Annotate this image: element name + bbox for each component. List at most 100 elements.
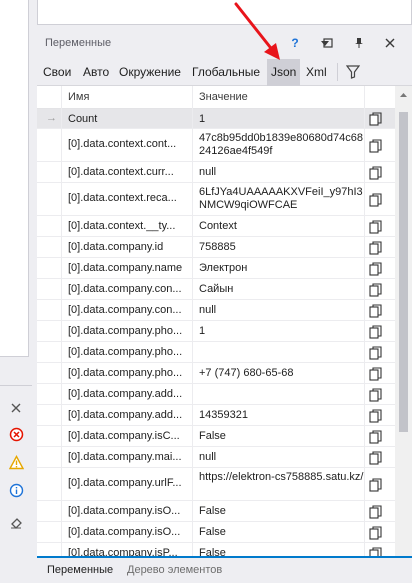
copy-icon[interactable] [369, 112, 383, 126]
variable-name: [0].data.company.con... [68, 304, 182, 316]
table-row[interactable]: [0].data.company.isO... False [37, 522, 395, 543]
tabs-separator [337, 63, 338, 81]
warning-icon[interactable] [8, 454, 24, 470]
table-row[interactable]: [0].data.company.pho... +7 (747) 680-65-6… [37, 363, 395, 384]
copy-icon[interactable] [369, 477, 383, 492]
variable-value[interactable]: https://elektron-cs758885.satu.kz/ [199, 471, 364, 484]
variable-name: [0].data.company.pho... [68, 346, 183, 358]
annotation-arrow-icon [234, 2, 280, 60]
tab-element-tree[interactable]: Дерево элементов [127, 564, 222, 576]
table-row[interactable]: [0].data.context.cont... 47c8b95dd0b1839e… [37, 129, 395, 162]
table-row[interactable]: → Count 1 [37, 109, 395, 129]
log-toolbar [0, 385, 32, 583]
maximize-icon[interactable] [320, 35, 336, 51]
column-header-value[interactable]: Значение [199, 86, 248, 109]
copy-icon[interactable] [369, 525, 383, 540]
table-row[interactable]: [0].data.company.con... Сайын [37, 279, 395, 300]
copy-icon[interactable] [369, 345, 383, 360]
variable-value[interactable]: 1 [199, 113, 364, 126]
copy-icon[interactable] [369, 192, 383, 207]
pin-icon[interactable] [351, 35, 367, 51]
close-log-icon[interactable] [8, 400, 24, 416]
copy-icon[interactable] [369, 282, 383, 297]
variable-value[interactable]: null [199, 166, 364, 179]
table-row[interactable]: [0].data.company.add... [37, 384, 395, 405]
variable-name: [0].data.context.curr... [68, 166, 174, 178]
copy-icon[interactable] [369, 138, 383, 153]
copy-icon[interactable] [369, 261, 383, 276]
close-icon[interactable] [382, 35, 398, 51]
table-row[interactable]: [0].data.company.mai... null [37, 447, 395, 468]
variable-value[interactable]: null [199, 451, 364, 464]
vertical-scrollbar[interactable] [395, 86, 412, 583]
variable-name: [0].data.company.con... [68, 283, 182, 295]
copy-icon[interactable] [369, 387, 383, 402]
table-row[interactable]: [0].data.context.reca... 6LfJYa4UAAAAAKXV… [37, 183, 395, 216]
copy-icon[interactable] [369, 219, 383, 234]
filter-icon[interactable] [343, 65, 363, 81]
variable-value[interactable]: False [199, 526, 364, 539]
variables-panel: Переменные ? Свои Авто Окружение Глобаль… [37, 31, 412, 583]
variable-value[interactable]: Электрон [199, 262, 364, 275]
variable-name: [0].data.company.isO... [68, 505, 181, 517]
top-window-fragment [37, 0, 412, 25]
table-row[interactable]: [0].data.company.id 758885 [37, 237, 395, 258]
copy-icon[interactable] [369, 504, 383, 519]
copy-icon[interactable] [369, 240, 383, 255]
variable-name: [0].data.company.pho... [68, 367, 183, 379]
variable-name: [0].data.company.urlF... [68, 477, 182, 489]
table-row[interactable]: [0].data.context.__ty... Context [37, 216, 395, 237]
table-row[interactable]: [0].data.company.name Электрон [37, 258, 395, 279]
copy-icon[interactable] [369, 408, 383, 423]
copy-icon[interactable] [369, 324, 383, 339]
variable-name: [0].data.company.isC... [68, 430, 180, 442]
variable-value[interactable]: Context [199, 220, 364, 233]
tab-auto[interactable]: Авто [80, 59, 112, 86]
variable-value[interactable]: +7 (747) 680-65-68 [199, 367, 364, 380]
variable-name: [0].data.context.__ty... [68, 220, 176, 232]
left-pane [0, 0, 29, 357]
tab-xml[interactable]: Xml [303, 59, 330, 86]
scroll-thumb[interactable] [399, 112, 408, 432]
variable-name: [0].data.company.name [68, 262, 183, 274]
variable-name: [0].data.company.isO... [68, 526, 181, 538]
variable-value[interactable]: 14359321 [199, 409, 364, 422]
panel-header: Переменные ? [37, 31, 412, 55]
tab-environment[interactable]: Окружение [116, 59, 184, 86]
table-row[interactable]: [0].data.company.isC... False [37, 426, 395, 447]
column-divider [364, 86, 365, 583]
column-divider [192, 86, 193, 583]
variable-value[interactable]: 47c8b95dd0b1839e80680d74c6824126ae4f549f [199, 132, 364, 158]
variable-value[interactable]: False [199, 505, 364, 518]
table-row[interactable]: [0].data.company.add... 14359321 [37, 405, 395, 426]
copy-icon[interactable] [369, 450, 383, 465]
copy-icon[interactable] [369, 429, 383, 444]
table-row[interactable]: [0].data.context.curr... null [37, 162, 395, 183]
variable-value[interactable]: null [199, 304, 364, 317]
table-row[interactable]: [0].data.company.urlF... https://elektron… [37, 468, 395, 501]
column-header-name[interactable]: Имя [68, 86, 89, 109]
variable-value[interactable]: False [199, 430, 364, 443]
copy-icon[interactable] [369, 165, 383, 180]
table-row[interactable]: [0].data.company.pho... 1 [37, 321, 395, 342]
variable-name: [0].data.context.reca... [68, 192, 177, 204]
table-row[interactable]: [0].data.company.isO... False [37, 501, 395, 522]
copy-icon[interactable] [369, 303, 383, 318]
variable-tabs: Свои Авто Окружение Глобальные Json Xml [37, 59, 412, 86]
table-row[interactable]: [0].data.company.con... null [37, 300, 395, 321]
tab-own[interactable]: Свои [40, 59, 74, 86]
tab-variables-bottom[interactable]: Переменные [47, 564, 113, 576]
variable-name: [0].data.company.mai... [68, 451, 182, 463]
error-icon[interactable] [8, 426, 24, 442]
clear-icon[interactable] [8, 514, 24, 530]
info-icon[interactable] [8, 482, 24, 498]
variable-value[interactable]: 6LfJYa4UAAAAAKXVFeiI_y97hI3NMCW9qiOWFCAE [199, 186, 364, 212]
variable-value[interactable]: 1 [199, 325, 364, 338]
copy-icon[interactable] [369, 366, 383, 381]
scroll-up-icon[interactable] [395, 86, 412, 103]
variable-value[interactable]: 758885 [199, 241, 364, 254]
bottom-tabs: Переменные Дерево элементов [37, 558, 412, 583]
variable-value[interactable]: Сайын [199, 283, 364, 296]
table-row[interactable]: [0].data.company.pho... [37, 342, 395, 363]
column-divider [61, 86, 62, 583]
